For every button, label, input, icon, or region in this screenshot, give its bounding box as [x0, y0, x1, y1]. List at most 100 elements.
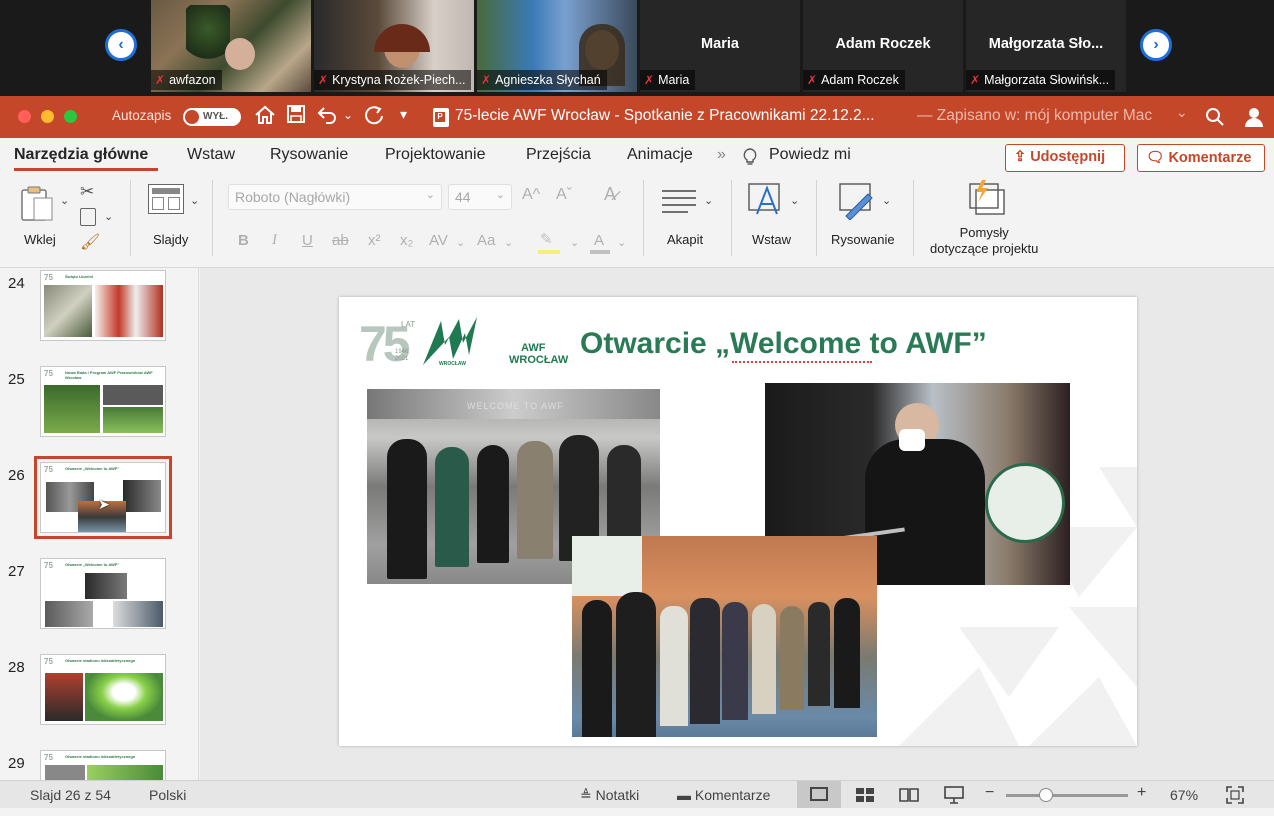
paragraph-dropdown-icon[interactable]: ⌄ — [704, 194, 713, 207]
chevron-left-icon: ‹ — [118, 36, 124, 53]
zoom-slider-thumb[interactable] — [1039, 788, 1053, 802]
undo-icon[interactable] — [317, 104, 339, 130]
chevron-down-icon[interactable]: ⌄ — [1176, 104, 1188, 121]
paragraph-align-icon[interactable] — [660, 188, 698, 219]
decrease-font-size-icon[interactable]: Aˇ — [556, 186, 572, 204]
tell-me-search[interactable]: Powiedz mi — [769, 146, 851, 164]
increase-font-size-icon[interactable]: A^ — [522, 186, 540, 204]
comment-icon: 🗨 — [1146, 150, 1169, 166]
insert-dropdown-icon[interactable]: ⌄ — [790, 194, 799, 207]
slide-thumbnail-29[interactable]: 75 Otwarcie stadionu lekkoatletycznego — [40, 750, 166, 780]
character-spacing-button[interactable]: AV — [429, 232, 448, 249]
zoom-in-button[interactable]: + — [1137, 784, 1146, 802]
clear-formatting-icon[interactable]: A̷ — [604, 184, 616, 205]
zoom-slider-track[interactable] — [1006, 794, 1128, 797]
customize-toolbar-icon[interactable]: ▾ — [400, 106, 407, 123]
slide-title[interactable]: Otwarcie „Welcome to AWF” — [580, 327, 987, 361]
undo-dropdown-icon[interactable]: ⌄ — [343, 108, 353, 122]
participant-tile[interactable]: Adam Roczek ✗ Adam Roczek — [803, 0, 963, 92]
slide-thumbnails-panel: 24 75 Święto Uczelni 25 75 Nowa Rada i Pro… — [0, 268, 199, 780]
current-slide[interactable]: 75 LAT 1946 2021 AWF WROCŁAW WROCŁAW Otw… — [339, 297, 1137, 746]
home-icon[interactable] — [254, 104, 276, 132]
slide-thumbnail-27[interactable]: 75 Otwarcie „Welcome to AWF” — [40, 558, 166, 629]
bold-button[interactable]: B — [238, 232, 249, 249]
powerpoint-window: Autozapis WYŁ. ⌄ ▾ P 75-lecie AWF Wrocła… — [0, 96, 1274, 816]
change-case-button[interactable]: Aa — [477, 232, 495, 249]
underline-button[interactable]: U — [302, 232, 313, 249]
draw-dropdown-icon[interactable]: ⌄ — [882, 194, 891, 207]
participant-tile[interactable]: Małgorzata Sło... ✗ Małgorzata Słowińsk..… — [966, 0, 1126, 92]
slides-dropdown-icon[interactable]: ⌄ — [190, 194, 199, 207]
insert-textbox-icon[interactable] — [747, 182, 787, 223]
document-save-location[interactable]: — Zapisano w: mój komputer Mac — [917, 107, 1152, 125]
tab-home[interactable]: Narzędzia główne — [14, 146, 148, 164]
font-color-dropdown-icon[interactable]: ⌄ — [617, 236, 626, 249]
cut-icon[interactable]: ✂ — [80, 182, 94, 202]
design-ideas-icon[interactable] — [968, 180, 1008, 223]
title-bar: Autozapis WYŁ. ⌄ ▾ P 75-lecie AWF Wrocła… — [0, 96, 1274, 138]
tab-design[interactable]: Projektowanie — [385, 146, 486, 164]
tab-draw[interactable]: Rysowanie — [270, 146, 348, 164]
drawing-shapes-icon[interactable] — [838, 182, 878, 225]
status-bar: Slajd 26 z 54 Polski ≜ Notatki ▬ Komenta… — [0, 780, 1274, 808]
slide-thumbnail-24[interactable]: 75 Święto Uczelni — [40, 270, 166, 341]
ribbon-tabs: Narzędzia główne Wstaw Rysowanie Projekt… — [0, 138, 1274, 172]
spacing-dropdown-icon[interactable]: ⌄ — [456, 236, 465, 249]
paste-button[interactable] — [18, 184, 58, 224]
participant-tile[interactable]: ✗ awfazon — [151, 0, 311, 92]
previous-participants-button[interactable]: ‹ — [105, 29, 137, 61]
notes-button[interactable]: ≜ Notatki — [580, 787, 639, 804]
highlighter-icon[interactable]: ✎ — [540, 230, 553, 248]
italic-button[interactable]: I — [272, 232, 277, 249]
notes-icon: ≜ — [580, 787, 596, 803]
copy-dropdown-icon[interactable]: ⌄ — [104, 210, 113, 223]
paste-dropdown-icon[interactable]: ⌄ — [60, 194, 69, 207]
tab-transitions[interactable]: Przejścia — [526, 146, 591, 164]
reading-view-icon[interactable] — [899, 787, 919, 808]
highlight-dropdown-icon[interactable]: ⌄ — [570, 236, 579, 249]
case-dropdown-icon[interactable]: ⌄ — [504, 236, 513, 249]
normal-view-button[interactable] — [797, 781, 841, 808]
font-name-select[interactable]: Roboto (Nagłówki) ⌄ — [228, 184, 442, 210]
new-slide-icon[interactable] — [148, 184, 184, 214]
tab-animations[interactable]: Animacje — [627, 146, 693, 164]
participant-tile[interactable]: ✗ Agnieszka Słychań — [477, 0, 637, 92]
comments-status-button[interactable]: ▬ Komentarze — [677, 787, 770, 803]
slide-thumbnail-28[interactable]: 75 Otwarcie stadionu lekkoatletycznego — [40, 654, 166, 725]
mouse-pointer-icon: ➤ — [98, 496, 110, 512]
language-indicator[interactable]: Polski — [149, 787, 186, 803]
minimize-window-button[interactable] — [41, 110, 54, 123]
font-size-select[interactable]: 44 ⌄ — [448, 184, 512, 210]
close-window-button[interactable] — [18, 110, 31, 123]
autosave-toggle[interactable]: WYŁ. — [183, 108, 241, 126]
slideshow-view-icon[interactable] — [944, 786, 964, 809]
zoom-out-button[interactable]: − — [985, 784, 994, 802]
copy-icon[interactable] — [80, 208, 96, 226]
subscript-button[interactable]: x₂ — [400, 232, 413, 249]
slide-sorter-view-icon[interactable] — [855, 787, 875, 808]
strikethrough-button[interactable]: ab — [332, 232, 349, 249]
font-color-button[interactable]: A — [594, 232, 604, 249]
search-icon[interactable] — [1205, 107, 1225, 132]
photo-group-banner — [572, 536, 877, 737]
slide-counter: Slajd 26 z 54 — [30, 787, 111, 803]
participant-tile[interactable]: ✗ Krystyna Rożek-Piech... — [314, 0, 474, 92]
share-button[interactable]: ⇪ Udostępnij — [1005, 144, 1125, 172]
save-icon[interactable] — [286, 104, 306, 130]
participant-tile[interactable]: Maria ✗ Maria — [640, 0, 800, 92]
divider — [913, 180, 914, 256]
slide-editing-canvas: 75 LAT 1946 2021 AWF WROCŁAW WROCŁAW Otw… — [200, 268, 1274, 780]
zoom-level[interactable]: 67% — [1170, 787, 1198, 803]
mic-muted-icon: ✗ — [644, 73, 655, 87]
account-icon[interactable] — [1242, 105, 1266, 134]
slide-thumbnail-25[interactable]: 75 Nowa Rada i Program AWF Pracowników AW… — [40, 366, 166, 437]
comments-button[interactable]: 🗨 Komentarze — [1137, 144, 1265, 172]
superscript-button[interactable]: x² — [368, 232, 381, 249]
redo-icon[interactable] — [363, 104, 385, 132]
more-tabs-icon[interactable]: » — [717, 146, 726, 164]
tab-insert[interactable]: Wstaw — [187, 146, 235, 164]
fit-to-window-icon[interactable] — [1226, 786, 1244, 809]
format-painter-icon[interactable]: 🖌 — [80, 232, 100, 252]
maximize-window-button[interactable] — [64, 110, 77, 123]
next-participants-button[interactable]: › — [1140, 29, 1172, 61]
